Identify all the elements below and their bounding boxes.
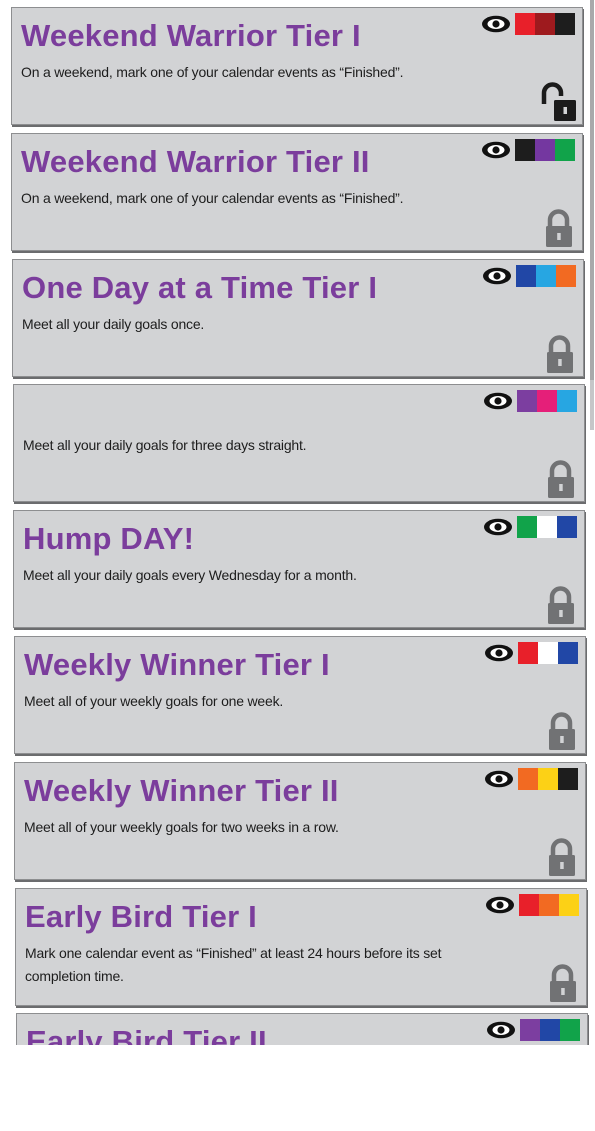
achievement-title: Weekly Winner Tier I	[24, 647, 330, 682]
color-swatch	[536, 265, 556, 287]
color-swatches	[515, 139, 575, 161]
achievements-viewport: Weekend Warrior Tier I On a weekend, mark…	[0, 0, 595, 1045]
achievement-title: Early Bird Tier II	[26, 1024, 267, 1046]
color-swatch	[537, 516, 557, 538]
padlock-icon	[544, 711, 580, 751]
eye-icon[interactable]	[482, 267, 512, 285]
color-swatch	[538, 768, 558, 790]
achievement-title: Weekend Warrior Tier I	[21, 18, 361, 53]
color-swatch	[520, 1019, 540, 1041]
unlocked-padlock-icon	[541, 82, 577, 122]
color-swatch	[560, 1019, 580, 1041]
color-swatch	[539, 894, 559, 916]
achievement-title: Weekend Warrior Tier II	[21, 144, 370, 179]
color-swatch	[537, 390, 557, 412]
achievement-card[interactable]: Early Bird Tier I Mark one calendar event…	[15, 888, 587, 1006]
achievement-card[interactable]: Meet all your daily goals for three days…	[13, 384, 585, 502]
color-swatches	[518, 642, 578, 664]
color-swatch	[516, 265, 536, 287]
color-swatch	[535, 13, 555, 35]
achievement-description: Meet all of your weekly goals for two we…	[24, 819, 339, 835]
padlock-icon	[544, 837, 580, 877]
scrollbar[interactable]	[590, 0, 594, 430]
scrollbar-thumb[interactable]	[590, 0, 594, 380]
achievement-description: On a weekend, mark one of your calendar …	[21, 64, 404, 80]
achievement-description: Mark one calendar event as “Finished” at…	[25, 945, 442, 984]
color-swatches	[516, 265, 576, 287]
achievement-description: On a weekend, mark one of your calendar …	[21, 190, 404, 206]
color-swatch	[557, 390, 577, 412]
color-swatches	[517, 516, 577, 538]
achievement-card[interactable]: One Day at a Time Tier I Meet all your da…	[12, 259, 584, 377]
color-swatch	[557, 516, 577, 538]
eye-icon[interactable]	[481, 141, 511, 159]
padlock-icon	[543, 585, 579, 625]
achievement-description: Meet all your daily goals once.	[22, 316, 205, 332]
achievement-title: Early Bird Tier I	[25, 899, 257, 934]
color-swatch	[535, 139, 555, 161]
achievement-card[interactable]: Weekly Winner Tier I Meet all of your wee…	[14, 636, 586, 754]
eye-icon[interactable]	[481, 15, 511, 33]
achievement-card[interactable]: Hump DAY! Meet all your daily goals every…	[13, 510, 585, 628]
padlock-icon	[545, 963, 581, 1003]
achievement-description: Meet all of your weekly goals for one we…	[24, 693, 284, 709]
eye-icon[interactable]	[484, 644, 514, 662]
color-swatches	[519, 894, 579, 916]
color-swatch	[518, 642, 538, 664]
achievement-description: Meet all your daily goals every Wednesda…	[23, 567, 357, 583]
achievement-title: Hump DAY!	[23, 521, 195, 556]
achievement-card[interactable]: Early Bird Tier II	[16, 1013, 588, 1045]
color-swatch	[559, 894, 579, 916]
achievement-card[interactable]: Weekly Winner Tier II Meet all of your we…	[14, 762, 586, 880]
achievement-description: Meet all your daily goals for three days…	[23, 437, 307, 453]
color-swatch	[519, 894, 539, 916]
color-swatch	[538, 642, 558, 664]
color-swatch	[556, 265, 576, 287]
eye-icon[interactable]	[484, 770, 514, 788]
padlock-icon	[541, 208, 577, 248]
eye-icon[interactable]	[485, 896, 515, 914]
achievement-card[interactable]: Weekend Warrior Tier I On a weekend, mark…	[11, 7, 583, 125]
color-swatches	[520, 1019, 580, 1041]
color-swatch	[517, 516, 537, 538]
color-swatches	[518, 768, 578, 790]
color-swatch	[555, 139, 575, 161]
color-swatches	[517, 390, 577, 412]
eye-icon[interactable]	[486, 1021, 516, 1039]
color-swatch	[515, 13, 535, 35]
achievement-title: Weekly Winner Tier II	[24, 773, 339, 808]
color-swatch	[517, 390, 537, 412]
padlock-icon	[542, 334, 578, 374]
achievement-card[interactable]: Weekend Warrior Tier II On a weekend, mar…	[11, 133, 583, 251]
color-swatch	[515, 139, 535, 161]
color-swatch	[558, 768, 578, 790]
color-swatch	[540, 1019, 560, 1041]
color-swatch	[555, 13, 575, 35]
color-swatch	[558, 642, 578, 664]
color-swatch	[518, 768, 538, 790]
eye-icon[interactable]	[483, 392, 513, 410]
padlock-icon	[543, 459, 579, 499]
color-swatches	[515, 13, 575, 35]
achievement-title: One Day at a Time Tier I	[22, 270, 378, 305]
eye-icon[interactable]	[483, 518, 513, 536]
